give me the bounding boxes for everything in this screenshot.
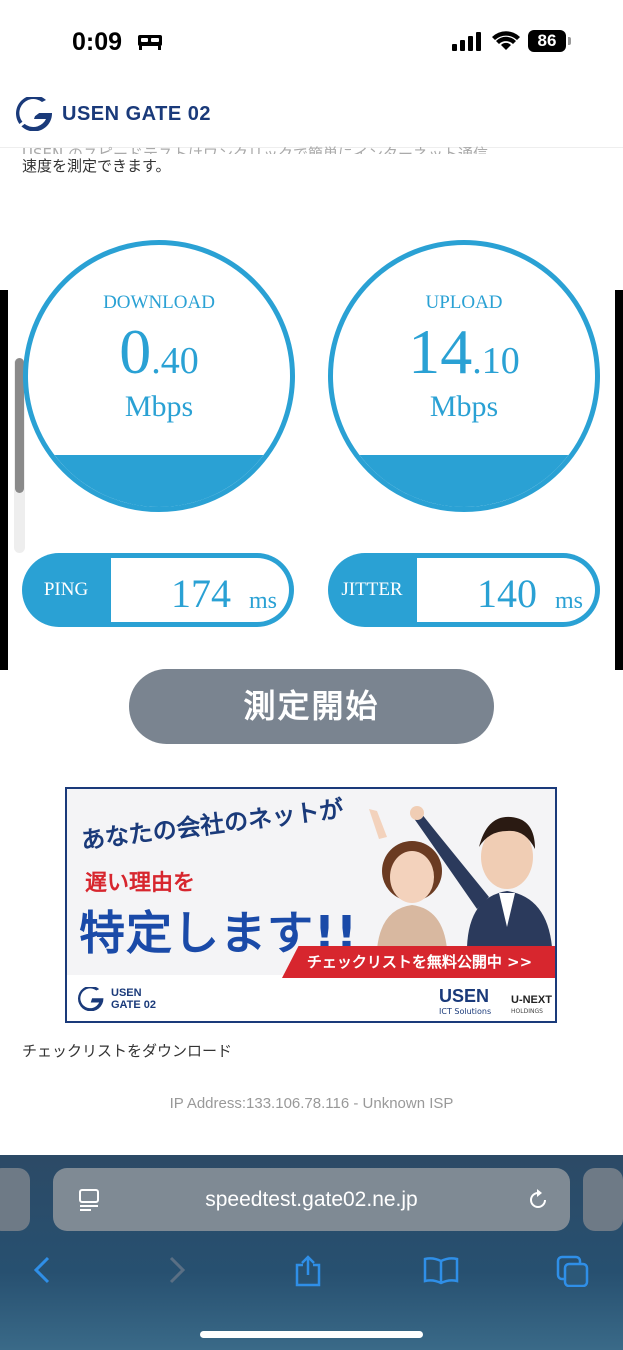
download-gauge: DOWNLOAD 0.40 Mbps: [23, 240, 295, 512]
man-illustration: [410, 806, 552, 947]
usen-gate-logo-icon: [16, 97, 53, 131]
ip-address-info: IP Address:133.106.78.116 - Unknown ISP: [169, 1095, 454, 1112]
jitter-unit: ms: [554, 588, 583, 614]
banner-unext-logo: U-NEXT: [511, 994, 552, 1006]
upload-title: UPLOAD: [425, 292, 503, 313]
upload-unit: Mbps: [429, 390, 499, 423]
back-icon[interactable]: [30, 1255, 54, 1285]
jitter-panel: JITTER 140 ms: [328, 553, 600, 627]
wifi-icon: [492, 31, 520, 50]
left-edge: [0, 290, 8, 670]
status-bar: 0:09 86: [0, 0, 623, 85]
download-gauge-fill: [28, 454, 290, 507]
ping-label: PING: [43, 579, 89, 600]
reload-icon[interactable]: [526, 1188, 550, 1212]
download-value-int: 0: [119, 316, 152, 387]
right-edge: [615, 290, 623, 670]
ping-value: 174: [171, 571, 231, 616]
upload-value-int: 14: [408, 316, 473, 387]
download-title: DOWNLOAD: [103, 292, 215, 313]
site-header: USEN GATE 02: [0, 85, 623, 148]
forward-icon[interactable]: [165, 1255, 189, 1285]
jitter-value: 140: [477, 571, 537, 616]
banner-headline-2: 遅い理由を: [85, 871, 196, 896]
banner-logo-text: USEN GATE 02: [111, 987, 157, 1011]
bookmarks-icon[interactable]: [423, 1255, 459, 1285]
ping-panel: PING 174 ms: [22, 553, 294, 627]
upload-value: 14.10: [333, 315, 595, 389]
banner-logo: USEN GATE 02: [75, 987, 171, 1011]
checklist-banner-ad[interactable]: あなたの会社のネットが 遅い理由を 特定します!! チェックリストを無料公開中 …: [65, 787, 557, 1023]
prev-tab-preview[interactable]: [0, 1168, 30, 1231]
tabs-icon[interactable]: [556, 1255, 590, 1287]
ping-value-box: 174 ms: [111, 558, 289, 622]
battery-cap: [568, 37, 571, 45]
jitter-value-box: 140 ms: [417, 558, 595, 622]
upload-value-dec: .10: [472, 340, 520, 382]
intro-text: USEN のスピードテストはワンクリックで簡単にインターネット通信 速度を測定で…: [22, 142, 612, 178]
intro-line-2: 速度を測定できます。: [22, 157, 171, 175]
url-text: speedtest.gate02.ne.jp: [205, 1188, 418, 1211]
sleep-mode-icon: [138, 35, 162, 50]
banner-cta[interactable]: チェックリストを無料公開中 >>: [282, 946, 555, 978]
site-logo[interactable]: USEN GATE 02: [12, 97, 211, 131]
status-icons: 86: [452, 30, 571, 52]
banner-unext-sub: HOLDINGS: [511, 1008, 543, 1015]
status-time: 0:09: [72, 28, 123, 56]
jitter-label: JITTER: [341, 579, 403, 600]
download-value-dec: .40: [151, 340, 199, 382]
checklist-download-link[interactable]: チェックリストをダウンロード: [22, 1040, 232, 1061]
banner-headline-1: あなたの会社のネットが: [79, 794, 346, 855]
banner-usen-logo: USEN: [439, 986, 490, 1006]
usen-gate-logo-icon: [78, 987, 104, 1011]
next-tab-preview[interactable]: [583, 1168, 623, 1231]
browser-toolbar: speedtest.gate02.ne.jp: [0, 1155, 623, 1350]
intro-line-1: USEN のスピードテストはワンクリックで簡単にインターネット通信: [22, 145, 488, 154]
address-bar[interactable]: speedtest.gate02.ne.jp: [53, 1168, 570, 1231]
download-unit: Mbps: [124, 390, 194, 423]
upload-gauge-fill: [333, 454, 595, 507]
logo-text: USEN GATE 02: [62, 102, 211, 125]
download-value: 0.40: [28, 315, 290, 389]
banner-usen-sub: ICT Solutions: [439, 1007, 492, 1016]
battery-icon: 86: [528, 30, 566, 52]
home-indicator[interactable]: [200, 1331, 423, 1338]
ping-unit: ms: [248, 588, 277, 614]
start-test-button[interactable]: 測定開始: [129, 669, 494, 744]
share-icon[interactable]: [293, 1255, 323, 1287]
upload-gauge: UPLOAD 14.10 Mbps: [328, 240, 600, 512]
cellular-signal-icon: [452, 32, 481, 51]
